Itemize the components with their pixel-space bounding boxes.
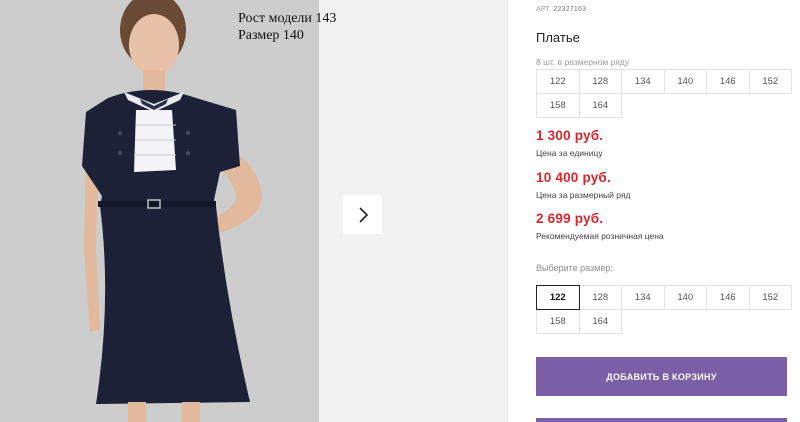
size-option[interactable]: 128 bbox=[578, 285, 622, 310]
panel-divider bbox=[507, 0, 508, 422]
retail-price-label: Рекомендуемая розничная цена bbox=[536, 231, 664, 241]
article-value: 22327163 bbox=[553, 6, 587, 13]
pack-size-cell: 164 bbox=[578, 93, 622, 118]
pack-size-grid: 122 128 134 140 146 152 158 164 bbox=[536, 69, 792, 118]
pack-size-cell: 134 bbox=[621, 69, 665, 94]
size-option[interactable]: 140 bbox=[663, 285, 707, 310]
pack-size-cell: 152 bbox=[748, 69, 792, 94]
size-selector: 122 128 134 140 146 152 158 164 bbox=[536, 285, 792, 334]
unit-price: 1 300 руб. bbox=[536, 128, 604, 143]
pack-size-cell: 122 bbox=[536, 69, 580, 94]
model-size-text: Размер 140 bbox=[238, 28, 304, 43]
article-number: АРТ. 22327163 bbox=[536, 6, 586, 13]
model-height-text: Рост модели 143 bbox=[238, 11, 337, 26]
size-option[interactable]: 152 bbox=[748, 285, 792, 310]
secondary-button-edge[interactable] bbox=[536, 418, 787, 422]
article-label: АРТ. bbox=[536, 6, 552, 13]
pack-size-cell: 158 bbox=[536, 93, 580, 118]
unit-price-label: Цена за единицу bbox=[536, 148, 603, 158]
size-option[interactable]: 164 bbox=[578, 309, 622, 334]
chevron-right-icon bbox=[358, 206, 368, 223]
retail-price: 2 699 руб. bbox=[536, 211, 604, 226]
size-option[interactable]: 158 bbox=[536, 309, 580, 334]
size-option[interactable]: 146 bbox=[706, 285, 750, 310]
product-gallery: Рост модели 143 Размер 140 bbox=[0, 0, 507, 422]
size-option[interactable]: 134 bbox=[621, 285, 665, 310]
product-photo bbox=[0, 0, 319, 422]
model-caption: Рост модели 143 Размер 140 bbox=[238, 10, 336, 44]
product-title: Платье bbox=[536, 30, 580, 45]
pack-note: 8 шт. в размерном ряду bbox=[536, 57, 630, 67]
model-photo-illustration bbox=[0, 0, 319, 422]
pack-size-cell: 128 bbox=[578, 69, 622, 94]
pack-price-label: Цена за размерный ряд bbox=[536, 190, 631, 200]
pack-price: 10 400 руб. bbox=[536, 170, 611, 185]
choose-size-label: Выберите размер: bbox=[536, 263, 613, 273]
add-to-cart-button[interactable]: ДОБАВИТЬ В КОРЗИНУ bbox=[536, 357, 787, 396]
gallery-next-button[interactable] bbox=[343, 195, 382, 234]
pack-size-cell: 140 bbox=[663, 69, 707, 94]
pack-size-cell: 146 bbox=[706, 69, 750, 94]
size-option-selected[interactable]: 122 bbox=[536, 285, 580, 310]
